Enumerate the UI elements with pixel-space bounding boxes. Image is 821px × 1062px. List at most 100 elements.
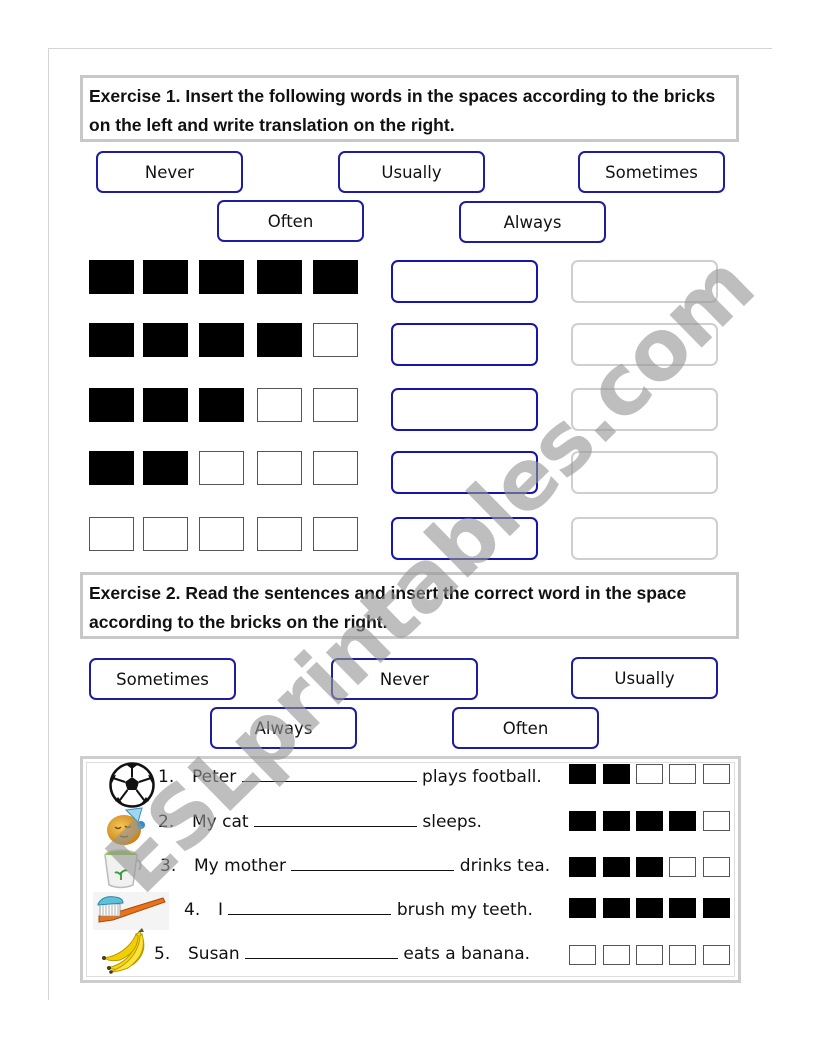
page-border-left [48,48,49,1000]
brick-filled [313,260,358,294]
brick-empty [257,517,302,551]
sentence-subject: Peter [192,767,242,787]
brick-filled [199,388,244,422]
sentence-number: 5. [154,944,171,964]
translation-box[interactable] [571,517,718,560]
answer-blank[interactable] [291,854,455,871]
ex2-word-often: Often [452,707,599,749]
brick-empty [313,388,358,422]
brick-filled [603,898,630,918]
ex1-word-never: Never [96,151,243,193]
sentence-predicate: eats a banana. [398,944,531,964]
ex2-word-never: Never [331,658,478,700]
translation-box[interactable] [571,451,718,494]
brick-filled [603,811,630,831]
sentence-predicate: drinks tea. [454,856,551,876]
answer-box[interactable] [391,323,538,366]
ex1-word-often: Often [217,200,364,242]
brick-empty [669,764,696,784]
sentence-subject: My mother [194,856,292,876]
brick-filled [89,260,134,294]
answer-box[interactable] [391,451,538,494]
exercise2-instruction: Exercise 2. Read the sentences and inser… [80,572,739,639]
brick-empty [89,517,134,551]
soccer-ball-icon [109,762,155,808]
sentence-number: 2. [158,812,175,832]
brick-filled [143,451,188,485]
brick-filled [89,388,134,422]
brick-filled [89,451,134,485]
ex2-word-usually: Usually [571,657,718,699]
brick-empty [257,451,302,485]
brick-filled [143,323,188,357]
sentence-subject: My cat [192,812,254,832]
brick-filled [89,323,134,357]
brick-filled [569,811,596,831]
brick-empty [257,388,302,422]
brick-filled [143,388,188,422]
answer-box[interactable] [391,388,538,431]
translation-box[interactable] [571,388,718,431]
answer-box[interactable] [391,260,538,303]
ex1-word-usually: Usually [338,151,485,193]
brick-empty [569,945,596,965]
brick-filled [703,898,730,918]
brick-filled [603,764,630,784]
brick-filled [199,323,244,357]
brick-filled [669,811,696,831]
exercise1-instruction: Exercise 1. Insert the following words i… [80,75,739,142]
brick-filled [636,898,663,918]
brick-empty [313,451,358,485]
brick-empty [313,517,358,551]
sentence-number: 1. [158,767,175,787]
brick-filled [257,260,302,294]
brick-filled [669,898,696,918]
brick-filled [603,857,630,877]
sleeping-face-icon [107,807,145,845]
sentence-predicate: sleeps. [416,812,482,832]
brick-empty [603,945,630,965]
sentence-row: 4. I brush my teeth. [184,898,533,920]
sentence-predicate: brush my teeth. [391,900,533,920]
toothbrush-icon [93,892,169,930]
brick-filled [569,764,596,784]
sentence-row: 5. Susan eats a banana. [154,942,530,964]
brick-filled [257,323,302,357]
brick-empty [636,945,663,965]
brick-empty [703,811,730,831]
translation-box[interactable] [571,323,718,366]
brick-empty [143,517,188,551]
brick-filled [636,857,663,877]
brick-empty [669,945,696,965]
answer-box[interactable] [391,517,538,560]
brick-empty [703,764,730,784]
ex1-word-always: Always [459,201,606,243]
page-border-top [48,48,772,49]
ex1-word-sometimes: Sometimes [578,151,725,193]
brick-empty [199,451,244,485]
brick-filled [569,898,596,918]
sentence-row: 3. My mother drinks tea. [160,854,550,876]
brick-empty [669,857,696,877]
tea-cup-icon [104,849,142,889]
sentence-subject: Susan [188,944,246,964]
sentence-number: 3. [160,856,177,876]
translation-box[interactable] [571,260,718,303]
brick-empty [313,323,358,357]
answer-blank[interactable] [228,898,392,915]
sentence-subject: I [218,900,229,920]
answer-blank[interactable] [245,942,399,959]
brick-filled [636,811,663,831]
ex2-word-sometimes: Sometimes [89,658,236,700]
brick-filled [569,857,596,877]
brick-filled [143,260,188,294]
ex2-word-always: Always [210,707,357,749]
sentence-number: 4. [184,900,201,920]
sentence-row: 2. My cat sleeps. [158,810,482,832]
brick-filled [199,260,244,294]
sentence-row: 1. Peter plays football. [158,765,542,787]
answer-blank[interactable] [253,810,417,827]
brick-empty [199,517,244,551]
answer-blank[interactable] [241,765,417,782]
banana-icon [102,928,145,974]
